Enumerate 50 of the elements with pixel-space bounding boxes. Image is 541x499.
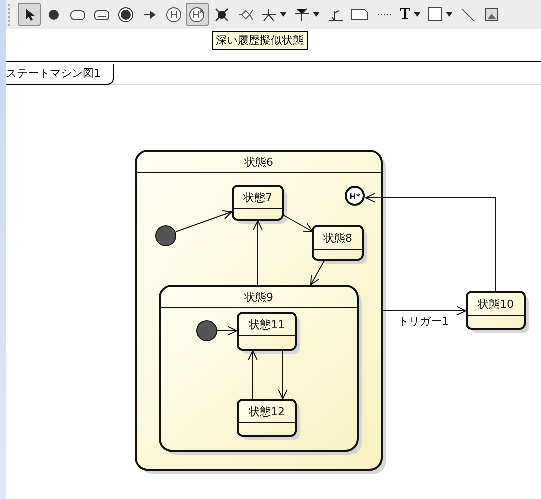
state-name: 状態8 [324, 232, 352, 245]
trigger-label: トリガー1 [398, 315, 449, 328]
select-tool-button[interactable] [18, 3, 41, 26]
state-name: 状態9 [244, 291, 274, 304]
state-box [237, 312, 297, 351]
caret-icon [446, 12, 453, 17]
deep-history-icon [189, 6, 206, 22]
join-icon [294, 6, 310, 22]
transition-arrow [282, 214, 314, 233]
transition-arrow [176, 210, 234, 232]
pointer-icon [24, 8, 36, 22]
transition-arrow [216, 326, 238, 336]
final-state-icon [118, 6, 134, 22]
history-icon [166, 6, 182, 22]
caret-icon [280, 12, 287, 17]
state-name: 状態10 [478, 298, 514, 311]
transition-arrow [253, 220, 263, 286]
tooltip: 深い履歴擬似状態 [212, 31, 308, 50]
transition-arrow [278, 350, 288, 400]
state-name: 状態11 [249, 318, 285, 332]
initial-pseudostate [196, 320, 218, 342]
cross-icon [214, 6, 230, 22]
caret-icon [414, 12, 421, 17]
state-box [237, 399, 297, 437]
rounded-rectangle-icon [70, 8, 86, 20]
state-name: 状態7 [244, 192, 272, 204]
state-box [466, 291, 526, 330]
transition-arrow [310, 260, 326, 286]
dotted-line-icon [376, 12, 392, 18]
arrow-icon [142, 10, 156, 20]
filled-circle-icon [48, 8, 60, 20]
image-icon [485, 8, 500, 22]
caret-icon [313, 12, 320, 17]
state-name: 状態6 [244, 156, 274, 169]
rectangle-icon [428, 7, 443, 22]
deep-history-tool-button[interactable] [186, 3, 209, 26]
history-label: H* [350, 192, 360, 202]
state-box [312, 225, 364, 261]
toolbar-grip[interactable] [8, 4, 13, 26]
transition-arrow [248, 350, 258, 400]
note-icon [351, 8, 369, 22]
fork-icon [261, 6, 277, 22]
state-name: 状態12 [249, 406, 285, 418]
text-tool-button[interactable]: T [397, 3, 424, 26]
deep-history-pseudostate [345, 186, 365, 206]
diagram-tab[interactable]: ステートマシン図1 [6, 64, 114, 85]
state-box [232, 185, 284, 221]
initial-pseudostate [156, 226, 176, 246]
submachine-state-icon [94, 8, 110, 20]
line-icon [461, 8, 476, 22]
